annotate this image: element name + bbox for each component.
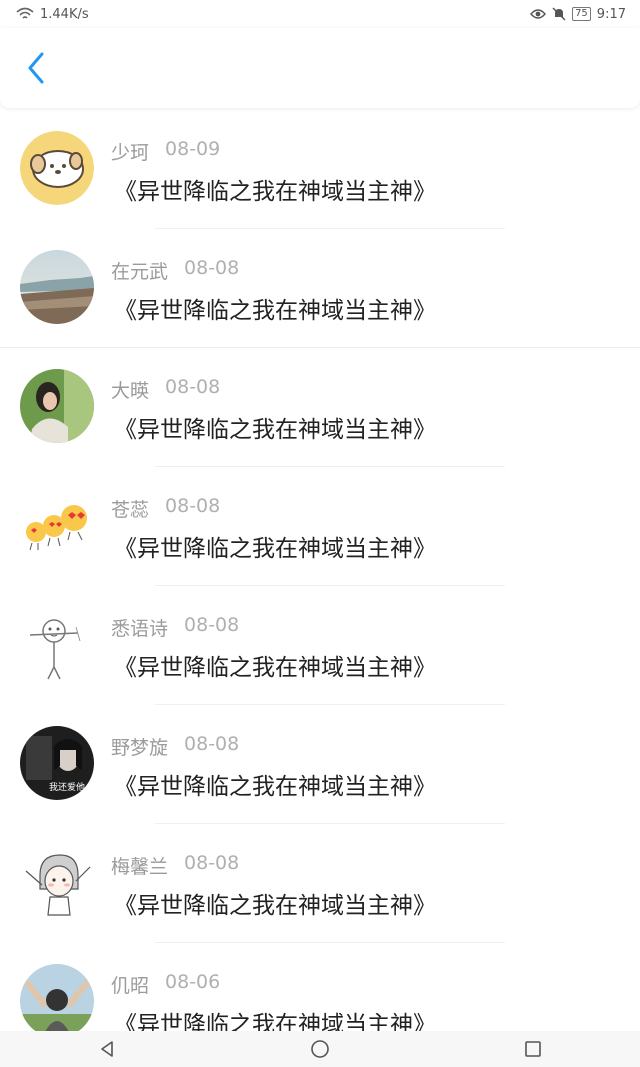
clock: 9:17 [596, 6, 626, 22]
comment-meta: 少珂 08-09 [111, 138, 220, 165]
user-name: 大暎 [111, 380, 150, 402]
comment-date: 08-08 [184, 614, 240, 636]
triangle-back-icon [100, 1041, 113, 1057]
comment-date: 08-06 [165, 971, 221, 993]
list-item[interactable]: 苍蕊 08-08 《异世降临之我在神域当主神》 [0, 467, 640, 586]
user-name: 梅馨兰 [111, 856, 169, 878]
comment-meta: 在元武 08-08 [111, 257, 239, 284]
list-item[interactable]: 在元武 08-08 《异世降临之我在神域当主神》 [0, 229, 640, 348]
comment-meta: 大暎 08-08 [111, 376, 220, 403]
avatar-caption: 我还爱他 [49, 781, 85, 793]
nav-home-button[interactable] [300, 1034, 340, 1064]
book-title[interactable]: 《异世降临之我在神域当主神》 [114, 767, 436, 801]
user-name: 野梦旋 [111, 737, 169, 759]
user-name: 仉昭 [111, 975, 150, 997]
list-item[interactable]: 大暎 08-08 《异世降临之我在神域当主神》 [0, 348, 640, 467]
avatar[interactable] [20, 845, 94, 919]
comment-meta: 仉昭 08-06 [111, 971, 220, 998]
book-title[interactable]: 《异世降临之我在神域当主神》 [114, 291, 436, 325]
network-speed: 1.44K/s [40, 6, 89, 22]
book-title[interactable]: 《异世降临之我在神域当主神》 [114, 886, 436, 920]
back-button[interactable] [16, 46, 56, 90]
battery-level: 75 [572, 7, 591, 21]
comment-date: 08-08 [184, 733, 240, 755]
avatar[interactable] [20, 488, 94, 562]
comment-date: 08-08 [184, 852, 240, 874]
user-name: 悉语诗 [111, 618, 169, 640]
user-name: 少珂 [111, 142, 150, 164]
avatar[interactable] [20, 964, 94, 1038]
comment-date: 08-08 [165, 495, 221, 517]
status-right: 75 9:17 [530, 7, 626, 22]
list-item[interactable]: 悉语诗 08-08 《异世降临之我在神域当主神》 [0, 586, 640, 705]
status-bar: 1.44K/s 75 9:17 [0, 0, 640, 28]
book-title[interactable]: 《异世降临之我在神域当主神》 [114, 529, 436, 563]
book-title[interactable]: 《异世降临之我在神域当主神》 [114, 172, 436, 206]
comment-meta: 苍蕊 08-08 [111, 495, 220, 522]
avatar[interactable] [20, 369, 94, 443]
comment-meta: 悉语诗 08-08 [111, 614, 239, 641]
list-item[interactable]: 我还爱他 野梦旋 08-08 《异世降临之我在神域当主神》 [0, 705, 640, 824]
wifi-icon [16, 7, 34, 19]
eye-icon [530, 9, 546, 19]
comment-date: 08-09 [165, 138, 221, 160]
avatar[interactable] [20, 131, 94, 205]
book-title[interactable]: 《异世降临之我在神域当主神》 [114, 648, 436, 682]
avatar[interactable] [20, 607, 94, 681]
circle-home-icon [311, 1040, 329, 1058]
status-left: 1.44K/s [16, 7, 89, 22]
mute-bell-icon [552, 7, 566, 21]
top-bar [0, 28, 640, 108]
user-name: 苍蕊 [111, 499, 150, 521]
avatar[interactable]: 我还爱他 [20, 726, 94, 800]
comment-list: 少珂 08-09 《异世降临之我在神域当主神》 在元武 08-08 《异世降临之… [0, 110, 640, 1062]
list-item[interactable]: 梅馨兰 08-08 《异世降临之我在神域当主神》 [0, 824, 640, 943]
user-name: 在元武 [111, 261, 169, 283]
chevron-left-icon [28, 52, 44, 84]
square-recent-icon [525, 1041, 542, 1057]
comment-date: 08-08 [184, 257, 240, 279]
nav-recent-button[interactable] [513, 1034, 553, 1064]
book-title[interactable]: 《异世降临之我在神域当主神》 [114, 410, 436, 444]
list-item[interactable]: 少珂 08-09 《异世降临之我在神域当主神》 [0, 110, 640, 229]
nav-back-button[interactable] [87, 1034, 127, 1064]
comment-meta: 梅馨兰 08-08 [111, 852, 239, 879]
comment-meta: 野梦旋 08-08 [111, 733, 239, 760]
avatar[interactable] [20, 250, 94, 324]
system-nav-bar [0, 1031, 640, 1067]
comment-date: 08-08 [165, 376, 221, 398]
